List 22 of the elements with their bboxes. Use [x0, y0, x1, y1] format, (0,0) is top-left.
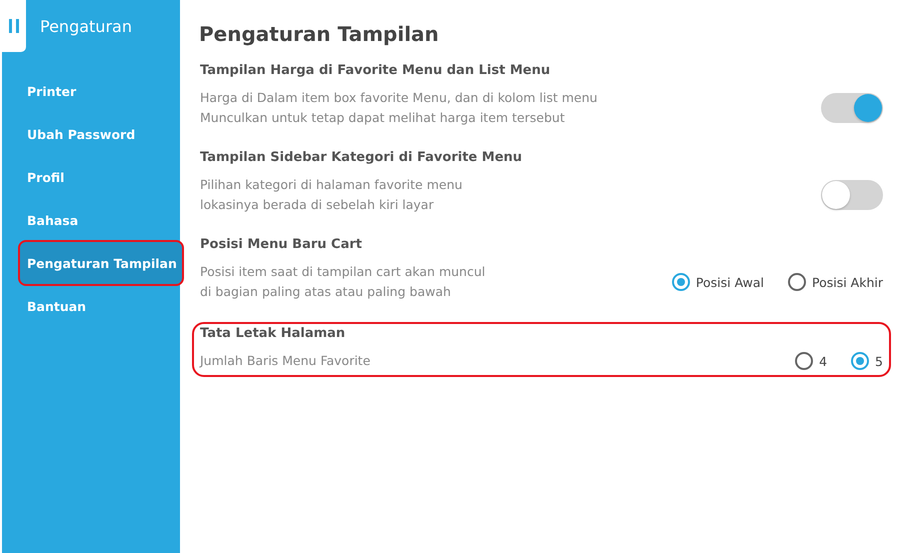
- section-title: Tata Letak Halaman: [200, 326, 346, 341]
- sidebar-item[interactable]: Printer: [2, 73, 186, 109]
- sidebar-item[interactable]: Ubah Password: [2, 116, 186, 152]
- sidebar-item[interactable]: Profil: [2, 159, 186, 195]
- radio-option[interactable]: Posisi Akhir: [788, 273, 883, 291]
- toggle-switch[interactable]: [821, 93, 883, 123]
- menu-icon: [9, 19, 19, 33]
- section-title: Posisi Menu Baru Cart: [200, 237, 363, 252]
- radio-option[interactable]: Posisi Awal: [672, 273, 764, 291]
- sidebar-title: Pengaturan: [40, 16, 132, 36]
- toggle-switch[interactable]: [821, 180, 883, 210]
- menu-button[interactable]: [2, 0, 26, 52]
- section-description: Jumlah Baris Menu Favorite: [200, 352, 370, 370]
- section-description: Posisi item saat di tampilan cart akan muncul di bagian paling atas atau paling bawah: [200, 263, 486, 301]
- sidebar-item[interactable]: Bantuan: [2, 288, 186, 324]
- page-title: Pengaturan Tampilan: [199, 22, 440, 46]
- sidebar-item[interactable]: Pengaturan Tampilan: [18, 240, 184, 286]
- section-title: Tampilan Sidebar Kategori di Favorite Menu: [200, 150, 524, 165]
- section-description: Pilihan kategori di halaman favorite menu lokasinya berada di sebelah kiri layar: [200, 176, 462, 214]
- sidebar-item[interactable]: Bahasa: [2, 202, 186, 238]
- section-description: Harga di Dalam item box favorite Menu, dan di kolom list menu Munculkan untuk tetap dapat melihat harga item tersebut: [200, 89, 598, 127]
- section-title: Tampilan Harga di Favorite Menu dan List Menu: [200, 63, 552, 78]
